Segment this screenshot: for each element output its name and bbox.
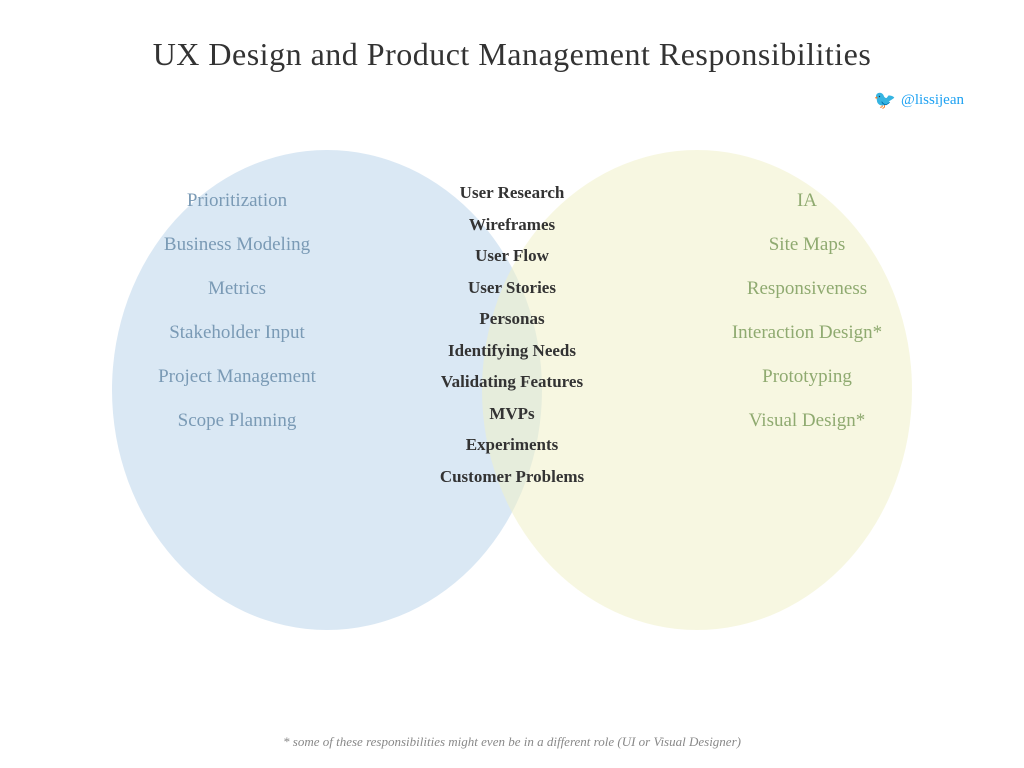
left-item-1: Business Modeling [122, 234, 352, 256]
center-item-3: User Stories [468, 275, 556, 301]
page-title: UX Design and Product Management Respons… [0, 0, 1024, 73]
right-item-0: IA [692, 190, 922, 212]
right-item-4: Prototyping [692, 366, 922, 388]
right-item-1: Site Maps [692, 234, 922, 256]
right-circle-items: IA Site Maps Responsiveness Interaction Des… [692, 190, 922, 432]
center-item-7: MVPs [489, 401, 534, 427]
twitter-handle: 🐦 @lissijean [874, 90, 964, 111]
left-item-3: Stakeholder Input [122, 322, 352, 344]
left-item-5: Scope Planning [122, 410, 352, 432]
center-item-9: Customer Problems [440, 464, 584, 490]
left-item-4: Project Management [122, 366, 352, 388]
right-item-3: Interaction Design* [692, 322, 922, 344]
center-item-6: Validating Features [441, 369, 583, 395]
center-items: User Research Wireframes User Flow User Sto… [402, 180, 622, 489]
center-item-1: Wireframes [469, 212, 555, 238]
venn-diagram: Prioritization Business Modeling Metrics St… [72, 130, 952, 680]
twitter-bird-icon: 🐦 [874, 90, 896, 111]
center-item-2: User Flow [475, 243, 549, 269]
right-item-5: Visual Design* [692, 410, 922, 432]
left-item-0: Prioritization [122, 190, 352, 212]
left-item-2: Metrics [122, 278, 352, 300]
footnote: * some of these responsibilities might e… [0, 734, 1024, 750]
center-item-4: Personas [479, 306, 544, 332]
center-item-5: Identifying Needs [448, 338, 576, 364]
center-item-0: User Research [460, 180, 565, 206]
right-item-2: Responsiveness [692, 278, 922, 300]
twitter-username: @lissijean [901, 92, 964, 109]
left-circle-items: Prioritization Business Modeling Metrics St… [122, 190, 352, 432]
center-item-8: Experiments [466, 432, 559, 458]
